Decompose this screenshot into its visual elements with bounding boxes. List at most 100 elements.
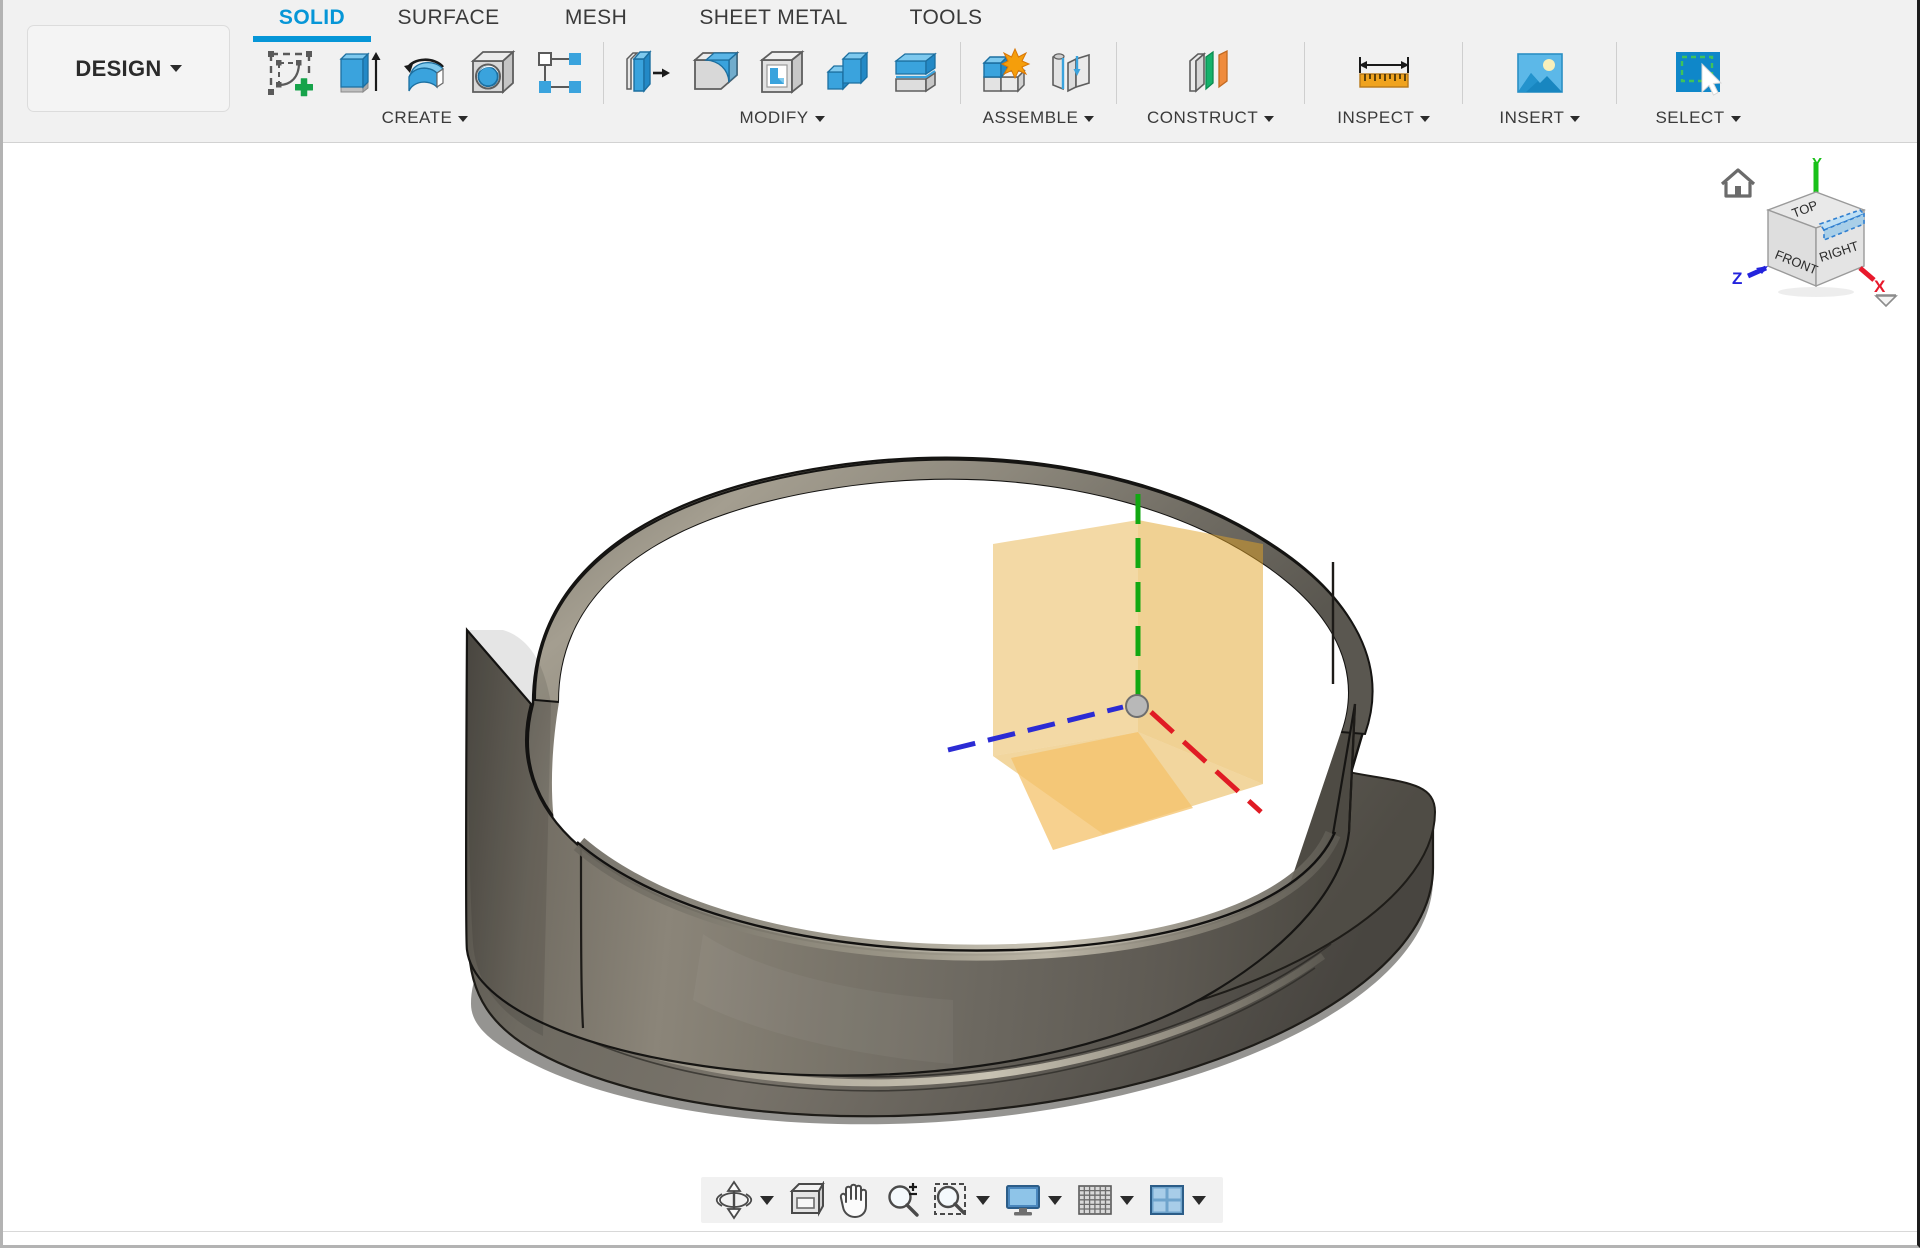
zoom-button[interactable]: [879, 1180, 927, 1220]
chevron-down-icon: [458, 115, 469, 122]
new-component-button[interactable]: [977, 44, 1033, 102]
grid-icon: [1077, 1185, 1112, 1215]
chevron-down-icon: [1730, 115, 1741, 122]
group-separator: [1616, 42, 1618, 104]
insert-image-button[interactable]: [1508, 44, 1572, 102]
zoom-window-icon: [933, 1183, 966, 1215]
insert-tool-row: [1508, 38, 1572, 106]
pan-hand-icon: [839, 1183, 867, 1218]
orbit-dropdown-caret[interactable]: [759, 1195, 774, 1205]
workspace-design-label: DESIGN: [75, 55, 162, 81]
viewcube-menu-icon[interactable]: [1874, 294, 1898, 308]
display-settings-dropdown-caret[interactable]: [1047, 1195, 1062, 1205]
model-oval-flanged-bushing[interactable]: [3, 144, 1920, 1245]
viewcube-shadow: [1778, 287, 1854, 297]
select-button[interactable]: [1666, 44, 1730, 102]
group-separator: [1462, 42, 1464, 104]
zoom-magnifier-icon: [887, 1183, 919, 1217]
chevron-down-icon: [814, 115, 825, 122]
group-label-create[interactable]: CREATE: [382, 106, 469, 126]
viewcube-axis-x-label: X: [1874, 277, 1886, 296]
tab-sheet-metal[interactable]: SHEET METAL: [666, 0, 881, 38]
hole-button[interactable]: [464, 44, 520, 102]
modify-tool-row: [620, 38, 944, 106]
tab-mesh[interactable]: MESH: [526, 0, 666, 38]
combine-button[interactable]: [821, 44, 877, 102]
tab-tools[interactable]: TOOLS: [881, 0, 1011, 38]
create-tool-row: [263, 38, 587, 106]
grid-settings-button[interactable]: [1071, 1180, 1143, 1220]
viewcube-axis-y-label: Y: [1812, 155, 1822, 172]
tab-surface-label: SURFACE: [397, 6, 500, 29]
group-label-assemble[interactable]: ASSEMBLE: [983, 106, 1095, 126]
press-pull-button[interactable]: [620, 44, 676, 102]
tab-surface[interactable]: SURFACE: [371, 0, 526, 38]
fillet-button[interactable]: [687, 44, 743, 102]
orbit-button[interactable]: [709, 1180, 783, 1220]
viewcube-axis-x: [1858, 266, 1876, 282]
origin-point[interactable]: [1125, 694, 1149, 718]
ribbon-group-create: CREATE: [253, 38, 597, 143]
chevron-down-icon: [1420, 115, 1431, 122]
fit-button[interactable]: [927, 1180, 999, 1220]
tab-tools-label: TOOLS: [909, 6, 983, 29]
split-face-button[interactable]: [888, 44, 944, 102]
fusion360-window: DESIGN SOLID SURFACE MESH SHEET METAL TO…: [0, 0, 1920, 1248]
rectangular-pattern-button[interactable]: [531, 44, 587, 102]
display-monitor-icon: [1005, 1185, 1040, 1216]
status-bar: [3, 1231, 1917, 1245]
ribbon-group-modify: MODIFY: [610, 38, 954, 143]
revolve-button[interactable]: [397, 44, 453, 102]
tab-mesh-label: MESH: [564, 6, 628, 29]
chevron-down-icon: [1084, 115, 1095, 122]
ribbon-group-assemble: ASSEMBLE: [967, 38, 1110, 143]
create-sketch-button[interactable]: [263, 44, 319, 102]
assemble-tool-row: [977, 38, 1100, 106]
ribbon-group-insert: INSERT: [1469, 38, 1610, 143]
workspace-design-button[interactable]: DESIGN: [27, 25, 230, 112]
orbit-icon: [715, 1180, 752, 1220]
group-label-construct[interactable]: CONSTRUCT: [1147, 106, 1275, 126]
look-at-icon: [789, 1181, 825, 1217]
ribbon-tab-strip: SOLID SURFACE MESH SHEET METAL TOOLS: [253, 0, 1011, 42]
viewport-layout-dropdown-caret[interactable]: [1191, 1195, 1206, 1205]
measure-button[interactable]: [1349, 44, 1419, 102]
joint-button[interactable]: [1044, 44, 1100, 102]
inspect-tool-row: [1349, 38, 1419, 106]
group-label-insert[interactable]: INSERT: [1499, 106, 1581, 126]
group-separator: [960, 42, 961, 104]
display-settings-button[interactable]: [999, 1180, 1071, 1220]
offset-plane-button[interactable]: [1176, 44, 1246, 102]
navigation-bar: [700, 1177, 1223, 1223]
3d-viewport[interactable]: Y TOP FRONT RIGHT Z X: [3, 144, 1920, 1245]
select-tool-row: [1666, 38, 1730, 106]
ribbon-group-select: SELECT: [1623, 38, 1772, 143]
ribbon-group-inspect: INSPECT: [1311, 38, 1456, 143]
extrude-button[interactable]: [330, 44, 386, 102]
construct-tool-row: [1176, 38, 1246, 106]
group-label-modify[interactable]: MODIFY: [739, 106, 825, 126]
viewcube-axis-z-label: Z: [1732, 269, 1742, 288]
ribbon-toolbar: DESIGN SOLID SURFACE MESH SHEET METAL TO…: [3, 0, 1917, 143]
shell-button[interactable]: [754, 44, 810, 102]
chevron-down-icon: [169, 65, 182, 72]
plus-badge: [295, 78, 313, 97]
origin-plane-xy: [993, 520, 1138, 756]
pan-button[interactable]: [831, 1180, 879, 1220]
viewport-layout-button[interactable]: [1143, 1180, 1215, 1220]
tab-sheet-metal-label: SHEET METAL: [699, 6, 848, 29]
tab-solid-label: SOLID: [278, 6, 346, 29]
look-at-button[interactable]: [783, 1180, 831, 1220]
group-label-inspect[interactable]: INSPECT: [1337, 106, 1431, 126]
group-label-select[interactable]: SELECT: [1655, 106, 1741, 126]
group-separator: [1116, 42, 1117, 104]
fit-dropdown-caret[interactable]: [975, 1195, 990, 1205]
viewport-layout-icon: [1149, 1185, 1184, 1215]
grid-settings-dropdown-caret[interactable]: [1119, 1195, 1134, 1205]
tab-solid[interactable]: SOLID: [253, 0, 371, 42]
view-cube[interactable]: Y TOP FRONT RIGHT Z X: [1708, 152, 1898, 312]
chevron-down-icon: [1264, 115, 1275, 122]
ribbon-groups: CREATE MODIFY ASSEMBLE CONSTRUCT INSPECT…: [253, 38, 1773, 143]
group-separator: [1304, 42, 1306, 104]
home-icon[interactable]: [1720, 168, 1756, 198]
